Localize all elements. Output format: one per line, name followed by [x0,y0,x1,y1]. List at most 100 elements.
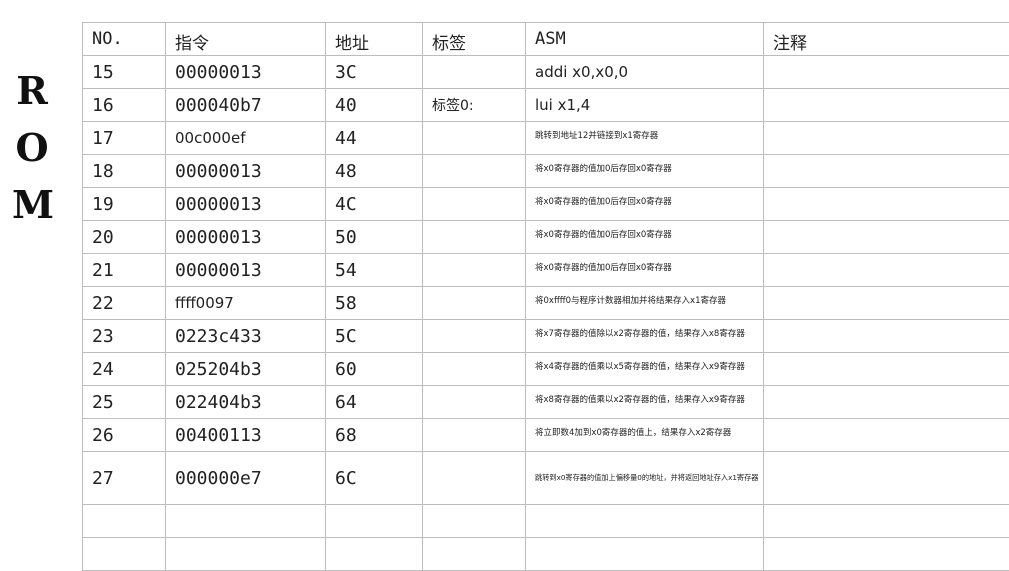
header-address: 地址 [326,23,423,56]
cell-asm: lui x1,4 [526,89,764,122]
cell-comment [764,386,1009,419]
cell-instruction: 00000013 [166,56,326,89]
empty-cell [166,505,326,538]
cell-comment [764,221,1009,254]
cell-address: 58 [326,287,423,320]
cell-instruction: 025204b3 [166,353,326,386]
cell-address: 54 [326,254,423,287]
cell-instruction: 00c000ef [166,122,326,155]
cell-no: 26 [83,419,166,452]
empty-cell [326,505,423,538]
cell-address: 40 [326,89,423,122]
header-asm: ASM [526,23,764,56]
table-row: 20 00000013 50 将x0寄存器的值加0后存回x0寄存器 [83,221,1009,254]
cell-asm: 将x8寄存器的值乘以x2寄存器的值，结果存入x9寄存器 [526,386,764,419]
cell-comment [764,452,1009,505]
cell-no: 15 [83,56,166,89]
table-row: 15 00000013 3C addi x0,x0,0 [83,56,1009,89]
cell-comment [764,419,1009,452]
cell-instruction: 00000013 [166,188,326,221]
cell-instruction: 00000013 [166,221,326,254]
cell-label [423,386,526,419]
table-row: 21 00000013 54 将x0寄存器的值加0后存回x0寄存器 [83,254,1009,287]
cell-comment [764,122,1009,155]
empty-cell [83,505,166,538]
cell-asm: 跳转到x0寄存器的值加上偏移量0的地址，并将返回地址存入x1寄存器 [526,452,764,505]
cell-asm: 将x0寄存器的值加0后存回x0寄存器 [526,155,764,188]
cell-asm: 将x0寄存器的值加0后存回x0寄存器 [526,254,764,287]
cell-label: 标签0: [423,89,526,122]
table-row: 27 000000e7 6C 跳转到x0寄存器的值加上偏移量0的地址，并将返回地… [83,452,1009,505]
cell-label [423,452,526,505]
empty-row [83,505,1009,538]
cell-label [423,320,526,353]
table-row: 22 ffff0097 58 将0xffff0与程序计数器相加并将结果存入x1寄… [83,287,1009,320]
cell-label [423,254,526,287]
rom-title: R O M [12,62,52,233]
rom-title-letter: M [12,176,52,233]
cell-asm: 将x7寄存器的值除以x2寄存器的值，结果存入x8寄存器 [526,320,764,353]
header-comment: 注释 [764,23,1009,56]
cell-label [423,287,526,320]
cell-comment [764,287,1009,320]
cell-asm: addi x0,x0,0 [526,56,764,89]
cell-label [423,122,526,155]
empty-cell [526,505,764,538]
cell-no: 25 [83,386,166,419]
cell-instruction: ffff0097 [166,287,326,320]
header-label: 标签 [423,23,526,56]
table-row: 16 000040b7 40 标签0: lui x1,4 [83,89,1009,122]
cell-address: 4C [326,188,423,221]
empty-cell [326,538,423,571]
cell-no: 20 [83,221,166,254]
cell-comment [764,56,1009,89]
cell-no: 17 [83,122,166,155]
cell-no: 21 [83,254,166,287]
table-row: 19 00000013 4C 将x0寄存器的值加0后存回x0寄存器 [83,188,1009,221]
cell-no: 24 [83,353,166,386]
cell-no: 16 [83,89,166,122]
header-instruction: 指令 [166,23,326,56]
table-row: 25 022404b3 64 将x8寄存器的值乘以x2寄存器的值，结果存入x9寄… [83,386,1009,419]
cell-comment [764,89,1009,122]
table-row: 23 0223c433 5C 将x7寄存器的值除以x2寄存器的值，结果存入x8寄… [83,320,1009,353]
cell-asm: 将0xffff0与程序计数器相加并将结果存入x1寄存器 [526,287,764,320]
cell-label [423,221,526,254]
cell-label [423,155,526,188]
cell-asm: 将立即数4加到x0寄存器的值上，结果存入x2寄存器 [526,419,764,452]
cell-label [423,353,526,386]
cell-asm: 将x0寄存器的值加0后存回x0寄存器 [526,188,764,221]
rom-table: NO. 指令 地址 标签 ASM 注释 15 00000013 3C addi … [82,22,1009,571]
cell-instruction: 00000013 [166,155,326,188]
cell-address: 60 [326,353,423,386]
empty-cell [166,538,326,571]
cell-no: 27 [83,452,166,505]
cell-address: 44 [326,122,423,155]
empty-cell [526,538,764,571]
empty-cell [423,505,526,538]
rom-title-letter: R [12,62,52,119]
cell-label [423,188,526,221]
cell-instruction: 0223c433 [166,320,326,353]
cell-address: 5C [326,320,423,353]
cell-address: 6C [326,452,423,505]
cell-asm: 跳转到地址12并链接到x1寄存器 [526,122,764,155]
empty-cell [423,538,526,571]
table-row: 18 00000013 48 将x0寄存器的值加0后存回x0寄存器 [83,155,1009,188]
cell-address: 64 [326,386,423,419]
cell-no: 23 [83,320,166,353]
cell-label [423,419,526,452]
cell-comment [764,353,1009,386]
rom-title-letter: O [12,119,52,176]
cell-asm: 将x0寄存器的值加0后存回x0寄存器 [526,221,764,254]
empty-row [83,538,1009,571]
cell-no: 19 [83,188,166,221]
table-row: 26 00400113 68 将立即数4加到x0寄存器的值上，结果存入x2寄存器 [83,419,1009,452]
cell-instruction: 000000e7 [166,452,326,505]
cell-label [423,56,526,89]
table-header-row: NO. 指令 地址 标签 ASM 注释 [83,23,1009,56]
table-row: 17 00c000ef 44 跳转到地址12并链接到x1寄存器 [83,122,1009,155]
cell-comment [764,188,1009,221]
cell-instruction: 00000013 [166,254,326,287]
cell-comment [764,254,1009,287]
